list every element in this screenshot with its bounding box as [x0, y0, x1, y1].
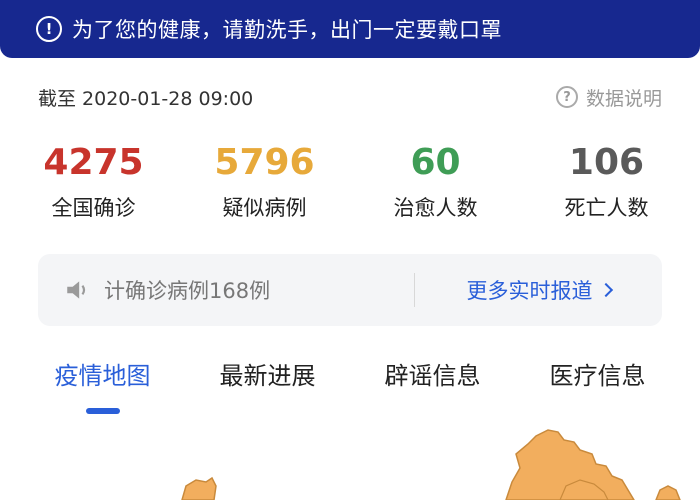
stat-confirmed-label: 全国确诊: [51, 196, 136, 220]
data-explanation-label: 数据说明: [585, 87, 662, 110]
active-tab-indicator: [85, 408, 120, 414]
tab-medical-info[interactable]: 医疗信息: [533, 352, 663, 422]
tab-latest-progress-label: 最新进展: [219, 362, 316, 390]
tab-latest-progress[interactable]: 最新进展: [203, 352, 333, 422]
map-region-east: [655, 485, 681, 500]
stat-deaths: 106 死亡人数: [527, 142, 687, 222]
stat-suspected-value: 5796: [214, 142, 315, 183]
tab-medical-info-label: 医疗信息: [549, 362, 646, 390]
more-reports-link[interactable]: 更多实时报道: [415, 275, 662, 305]
stat-confirmed-value: 4275: [43, 142, 144, 183]
news-ticker[interactable]: 计确诊病例168例 更多实时报道: [38, 254, 662, 326]
data-meta-row: 截至 2020-01-28 09:00 ? 数据说明: [38, 84, 662, 110]
tab-rumor-refutation[interactable]: 辟谣信息: [368, 352, 498, 422]
ticker-text: 计确诊病例168例: [104, 279, 271, 303]
health-notice-text: 为了您的健康，请勤洗手，出门一定要戴口罩: [72, 18, 502, 42]
stat-suspected-label: 疑似病例: [222, 196, 307, 220]
stat-suspected: 5796 疑似病例: [185, 142, 345, 222]
tab-rumor-refutation-label: 辟谣信息: [384, 362, 481, 390]
data-explanation-link[interactable]: ? 数据说明: [555, 84, 662, 111]
more-reports-label: 更多实时报道: [466, 279, 593, 303]
exclamation-circle-icon: !: [36, 16, 62, 42]
tab-epidemic-map[interactable]: 疫情地图: [38, 352, 168, 422]
epidemic-map[interactable]: [0, 420, 700, 500]
map-region-northeast: [505, 429, 635, 500]
map-region-west: [181, 476, 217, 500]
stat-cured-label: 治愈人数: [393, 196, 478, 220]
stat-cured-value: 60: [410, 142, 461, 183]
tab-epidemic-map-label: 疫情地图: [54, 362, 151, 390]
chevron-right-icon: [598, 282, 613, 298]
health-notice-banner: ! 为了您的健康，请勤洗手，出门一定要戴口罩: [0, 0, 700, 58]
stat-cured: 60 治愈人数: [356, 142, 516, 222]
update-time: 截至 2020-01-28 09:00: [38, 87, 254, 110]
stats-row: 4275 全国确诊 5796 疑似病例 60 治愈人数 106 死亡人数: [0, 142, 700, 222]
section-tabs: 疫情地图 最新进展 辟谣信息 医疗信息: [0, 352, 700, 422]
stat-confirmed: 4275 全国确诊: [14, 142, 174, 222]
question-circle-icon: ?: [555, 86, 578, 108]
speaker-icon: [67, 281, 86, 299]
stat-deaths-label: 死亡人数: [564, 196, 649, 220]
stat-deaths-value: 106: [568, 142, 645, 183]
